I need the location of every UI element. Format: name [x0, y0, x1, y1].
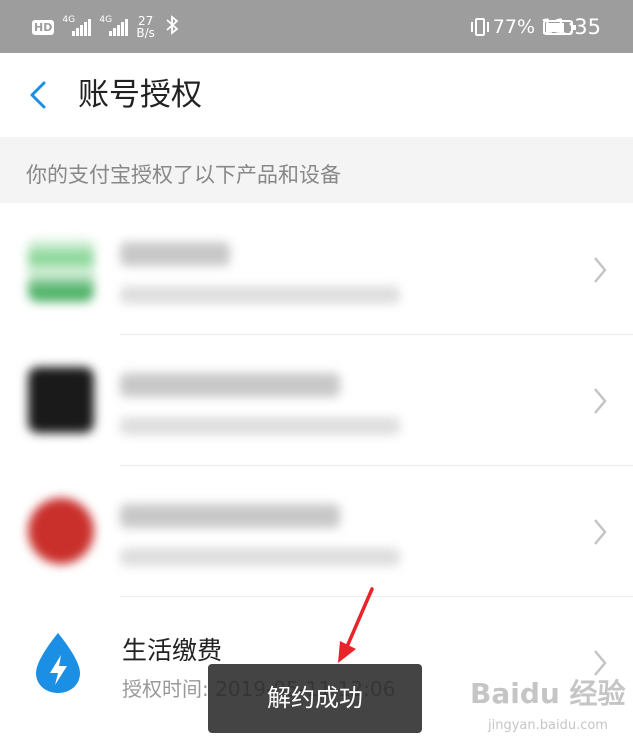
app-subtitle-redacted [120, 548, 400, 566]
network-speed: 27 B/s [136, 15, 155, 39]
app-name-redacted [120, 242, 230, 266]
chevron-left-icon [30, 81, 46, 109]
toast-message: 解约成功 [208, 664, 422, 733]
speed-unit: B/s [136, 26, 155, 40]
vibrate-icon [470, 18, 489, 36]
authorized-app-row[interactable] [0, 204, 633, 335]
app-icon [28, 236, 94, 302]
section-header: 你的支付宝授权了以下产品和设备 [0, 137, 633, 203]
bluetooth-icon [165, 14, 179, 40]
battery-percent: 77% [492, 16, 535, 38]
app-name-redacted [120, 504, 340, 528]
page-title: 账号授权 [78, 77, 202, 113]
hd-badge: HD [32, 19, 55, 35]
signal-icon-1: 4G [62, 15, 92, 36]
app-icon [28, 498, 94, 564]
watermark-url: jingyan.baidu.com [488, 718, 608, 733]
authorized-app-row[interactable] [0, 335, 633, 466]
app-icon [28, 367, 94, 433]
clock: 11:35 [540, 15, 601, 39]
chevron-right-icon [594, 387, 607, 414]
chevron-right-icon [594, 256, 607, 283]
network-type-2: 4G [99, 15, 113, 25]
annotation-arrow [338, 587, 374, 663]
app-header: 账号授权 [0, 53, 633, 137]
authorized-app-row[interactable] [0, 466, 633, 597]
section-description: 你的支付宝授权了以下产品和设备 [26, 163, 341, 187]
back-button[interactable] [24, 79, 54, 111]
app-name-redacted [120, 373, 340, 397]
water-drop-lightning-icon [36, 633, 80, 693]
watermark-brand: Baidu 经验 [470, 677, 626, 710]
chevron-right-icon [594, 518, 607, 545]
app-subtitle-redacted [120, 286, 400, 304]
app-name: 生活缴费 [122, 636, 223, 665]
app-subtitle-redacted [120, 417, 400, 435]
status-left-icons: HD 4G 4G 27 B/s [32, 14, 179, 40]
status-bar: HD 4G 4G 27 B/s 77% 11:35 [0, 0, 633, 53]
network-type-1: 4G [62, 15, 76, 25]
signal-icon-2: 4G [99, 15, 129, 36]
